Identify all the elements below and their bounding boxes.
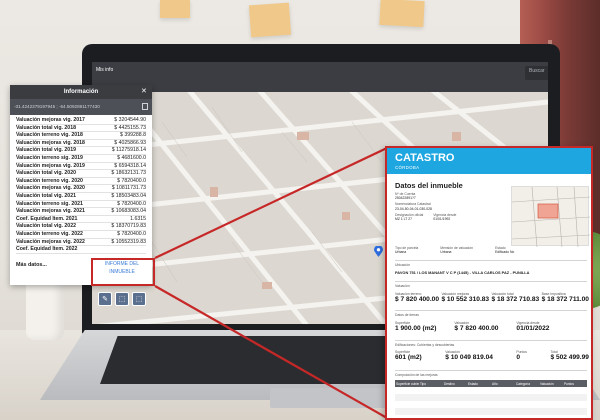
field-value: 1 900.00 (m2) <box>395 325 437 333</box>
field-value: 250422891?7 <box>395 196 416 201</box>
section-label: Edificaciones: Cubiertas y descubiertas <box>395 343 455 347</box>
section-label: Valuación <box>395 284 410 288</box>
field-value: 01/01/1992 <box>433 217 451 222</box>
divider <box>395 260 587 261</box>
building-fields: Superficie 601 (m2) Valuación $ 10 049 819… <box>395 350 589 361</box>
field-value: Urbana <box>440 250 452 255</box>
field-value: 23-04-50-04-01-030-028 <box>395 206 432 211</box>
field-value: 01/01/2022 <box>516 325 550 333</box>
land-fields: Superficie 1 900.00 (m2) Valuación $ 7 820… <box>395 321 549 332</box>
account-fields: Nº de Cuenta 250422891?7 Nomenclatura Ca… <box>395 192 507 221</box>
field-value: Urbana <box>395 250 407 255</box>
field-value: $ 10 049 819.04 <box>445 354 493 362</box>
address: PAVON 751 / LOS MANANT V C P (1445) - VI… <box>395 270 530 275</box>
section-label: Composición de las mejoras <box>395 373 438 377</box>
field-value: 601 (m2) <box>395 354 422 362</box>
parcel-type-fields: Tipo de parcela Urbana Mensión de valuaci… <box>395 246 514 254</box>
section-label: Ubicación <box>395 263 410 267</box>
document-header: CATASTRO CÓRDOBA <box>387 148 591 174</box>
field-value: $ 18 372 710.83 <box>491 296 540 304</box>
field-value: 0 <box>516 354 521 362</box>
field-value: $ 7 820 400.00 <box>454 325 499 333</box>
section-label: Datos de tierras <box>395 313 419 317</box>
section-title: Datos del inmueble <box>395 181 463 190</box>
table-header-cell: Valuación <box>540 381 554 386</box>
table-header-cell: Estado <box>468 381 478 386</box>
table-row <box>395 401 587 408</box>
improvements-table: Superficie cubiertaTipo Destino Estado Año C… <box>395 380 587 415</box>
document-subtitle: CÓRDOBA <box>395 165 420 170</box>
table-header-cell: Puntos <box>564 381 574 386</box>
table-row <box>395 408 587 415</box>
table-row <box>395 387 587 394</box>
table-header: Superficie cubiertaTipo Destino Estado Año C… <box>395 380 587 387</box>
field-value: $ 10 552 310.83 <box>441 296 490 304</box>
property-report-document: CATASTRO CÓRDOBA Datos del inmueble Nº d… <box>385 146 593 420</box>
table-header-cell: Año <box>492 381 498 386</box>
document-title: CATASTRO <box>395 152 455 164</box>
table-row <box>395 394 587 401</box>
field-value: MZ 1 LT 27 <box>395 217 413 222</box>
table-header-cell: Tipo <box>420 381 427 386</box>
field-value: $ 18 372 711.00 <box>541 296 589 304</box>
valuation-fields: Valuación terreno $ 7 820 400.00 Valuació… <box>395 292 589 303</box>
table-header-cell: Categoría <box>516 381 530 386</box>
divider <box>395 310 587 311</box>
table-header-cell: Superficie cubierta <box>396 381 419 386</box>
divider <box>395 281 587 282</box>
divider <box>395 370 587 371</box>
divider <box>395 340 587 341</box>
field-value: Edificado No <box>495 250 515 255</box>
table-header-cell: Destino <box>444 381 455 386</box>
field-value: $ 7 820 400.00 <box>395 296 439 304</box>
field-value: $ 502 499.99 <box>550 354 589 362</box>
parcel-map <box>511 186 591 248</box>
